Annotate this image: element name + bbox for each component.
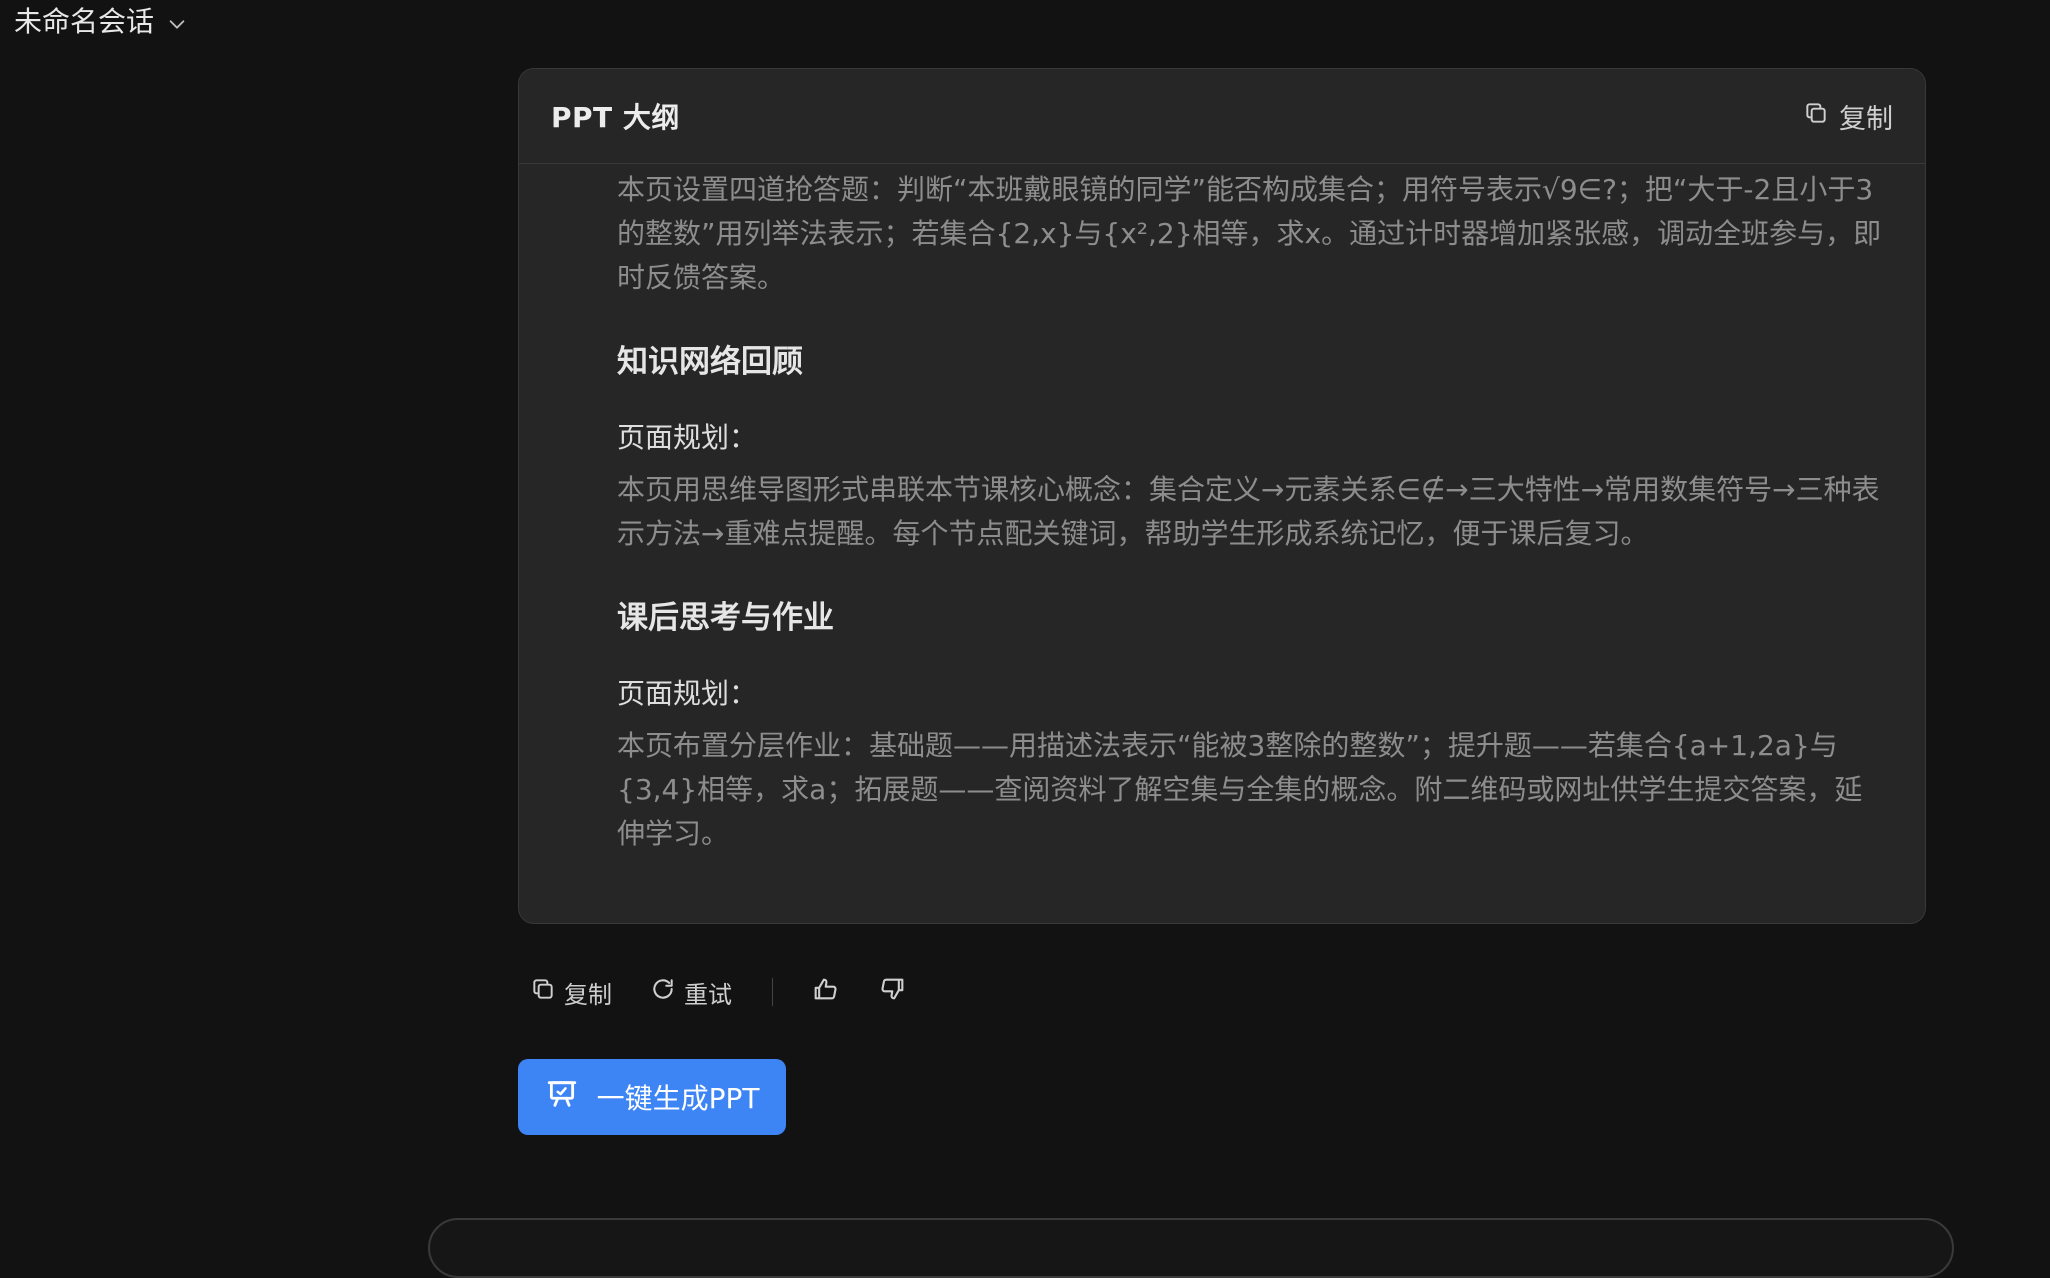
section-title: 课后思考与作业: [617, 600, 834, 636]
intro-paragraph: 本页设置四道抢答题：判断“本班戴眼镜的同学”能否构成集合；用符号表示√9∈?；把…: [617, 173, 1882, 294]
section-text: 本页用思维导图形式串联本节课核心概念：集合定义→元素关系∈∉→三大特性→常用数集…: [617, 473, 1880, 550]
section-label: 页面规划：: [617, 421, 758, 454]
retry-label: 重试: [684, 980, 732, 1009]
chevron-down-icon: [166, 9, 188, 31]
conversation-title: 未命名会话: [14, 5, 155, 38]
card-body: 本页设置四道抢答题：判断“本班戴眼镜的同学”能否构成集合；用符号表示√9∈?；把…: [519, 168, 1925, 856]
chat-input-box[interactable]: [428, 1218, 1954, 1278]
ppt-outline-card: PPT 大纲 复制 本页设置四道抢答题：判断“本班戴眼镜的同学”能否构成集合；用…: [518, 68, 1926, 924]
card-title: PPT 大纲: [551, 101, 680, 134]
generate-ppt-button[interactable]: 一键生成PPT: [518, 1059, 786, 1135]
copy-label: 复制: [564, 980, 612, 1009]
section-label: 页面规划：: [617, 677, 758, 710]
card-copy-button[interactable]: 复制: [1803, 97, 1893, 136]
thumbs-up-icon: [811, 975, 839, 1009]
generate-ppt-label: 一键生成PPT: [596, 1082, 760, 1115]
section-text: 本页布置分层作业：基础题——用描述法表示“能被3整除的整数”；提升题——若集合{…: [617, 729, 1863, 850]
copy-message-button[interactable]: 复制: [530, 975, 612, 1010]
message-actions: 复制 重试: [530, 972, 947, 1012]
refresh-icon: [650, 976, 676, 1008]
section-title: 知识网络回顾: [617, 344, 803, 380]
section-knowledge-review: 知识网络回顾 页面规划： 本页用思维导图形式串联本节课核心概念：集合定义→元素关…: [617, 340, 1885, 556]
section-homework: 课后思考与作业 页面规划： 本页布置分层作业：基础题——用描述法表示“能被3整除…: [617, 596, 1885, 856]
thumbs-down-icon: [879, 975, 907, 1009]
conversation-title-dropdown[interactable]: 未命名会话: [14, 0, 188, 40]
like-button[interactable]: [811, 975, 839, 1009]
card-header: PPT 大纲 复制: [519, 69, 1925, 164]
copy-icon: [530, 976, 556, 1008]
dislike-button[interactable]: [879, 975, 907, 1009]
presentation-icon: [545, 1077, 579, 1118]
retry-button[interactable]: 重试: [650, 975, 732, 1010]
action-divider: [772, 978, 773, 1006]
card-copy-label: 复制: [1839, 103, 1893, 135]
copy-icon: [1803, 100, 1829, 133]
